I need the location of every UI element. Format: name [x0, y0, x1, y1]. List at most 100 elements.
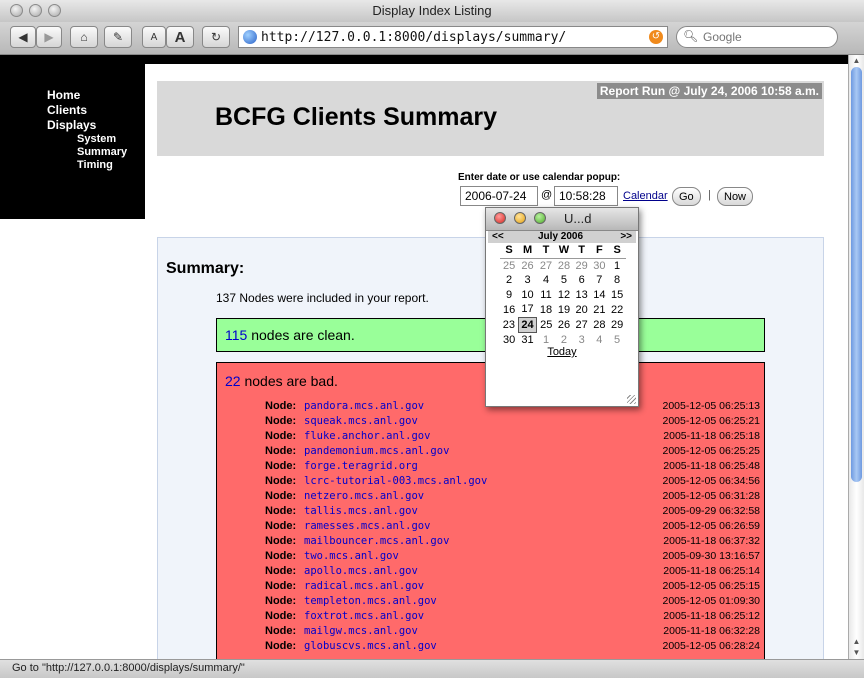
- calendar-day[interactable]: 6: [573, 273, 591, 288]
- calendar-day[interactable]: 15: [608, 288, 626, 303]
- node-host-link[interactable]: squeak.mcs.anl.gov: [304, 415, 418, 427]
- clean-count-link[interactable]: 115: [225, 327, 247, 343]
- calendar-zoom-button[interactable]: [534, 212, 546, 224]
- text-smaller-button[interactable]: A: [142, 26, 166, 48]
- calendar-link[interactable]: Calendar: [623, 190, 668, 202]
- calendar-day[interactable]: 16: [500, 302, 518, 317]
- calendar-day[interactable]: 27: [573, 317, 591, 333]
- calendar-close-button[interactable]: [494, 212, 506, 224]
- calendar-day[interactable]: 17: [518, 302, 537, 317]
- page-top-strip: [0, 55, 848, 64]
- text-bigger-button[interactable]: A: [166, 26, 194, 48]
- node-host-link[interactable]: apollo.mcs.anl.gov: [304, 565, 418, 577]
- url-input[interactable]: [261, 28, 641, 46]
- calendar-day[interactable]: 19: [555, 302, 573, 317]
- calendar-day[interactable]: 5: [555, 273, 573, 288]
- nav-system-link[interactable]: System: [77, 133, 116, 145]
- node-host-link[interactable]: tallis.mcs.anl.gov: [304, 505, 418, 517]
- scroll-up-lower-icon[interactable]: ▲: [851, 637, 862, 647]
- calendar-day[interactable]: 3: [518, 273, 537, 288]
- date-form-label: Enter date or use calendar popup:: [458, 172, 621, 183]
- address-bar[interactable]: ↺: [238, 26, 668, 48]
- calendar-day[interactable]: 12: [555, 288, 573, 303]
- search-input[interactable]: [703, 29, 829, 45]
- calendar-day[interactable]: 9: [500, 288, 518, 303]
- calendar-day[interactable]: 30: [590, 257, 609, 273]
- node-host-link[interactable]: pandemonium.mcs.anl.gov: [304, 445, 449, 457]
- calendar-day[interactable]: 28: [591, 317, 609, 333]
- back-button[interactable]: ◀: [10, 26, 36, 48]
- reload-icon: ↻: [210, 30, 222, 44]
- calendar-day-selected[interactable]: 24: [517, 316, 538, 333]
- calendar-day[interactable]: 27: [536, 257, 556, 273]
- calendar-day[interactable]: 26: [518, 257, 537, 273]
- bookmark-button[interactable]: ✎: [104, 26, 132, 48]
- node-host-link[interactable]: mailbouncer.mcs.anl.gov: [304, 535, 449, 547]
- nav-home-link[interactable]: Home: [47, 88, 80, 102]
- calendar-day[interactable]: 28: [555, 257, 573, 273]
- node-host-link[interactable]: netzero.mcs.anl.gov: [304, 490, 424, 502]
- calendar-titlebar[interactable]: U...d: [486, 208, 638, 231]
- reload-button[interactable]: ↻: [202, 26, 230, 48]
- calendar-day[interactable]: 7: [591, 273, 609, 288]
- calendar-day[interactable]: 10: [518, 288, 537, 303]
- calendar-day[interactable]: 21: [591, 302, 609, 317]
- calendar-day[interactable]: 18: [537, 302, 555, 317]
- calendar-day[interactable]: 22: [608, 302, 626, 317]
- pencil-icon: ✎: [112, 30, 124, 44]
- calendar-day[interactable]: 14: [591, 288, 609, 303]
- node-host-link[interactable]: foxtrot.mcs.anl.gov: [304, 610, 424, 622]
- node-host-link[interactable]: pandora.mcs.anl.gov: [304, 400, 424, 412]
- node-host-link[interactable]: templeton.mcs.anl.gov: [304, 595, 437, 607]
- vertical-scrollbar[interactable]: ▲ ▲ ▼: [848, 55, 864, 659]
- today-link[interactable]: Today: [486, 346, 638, 358]
- at-sign: @: [541, 189, 553, 201]
- now-button[interactable]: Now: [717, 187, 754, 206]
- bad-count-link[interactable]: 22: [225, 373, 241, 389]
- node-host-link[interactable]: mailgw.mcs.anl.gov: [304, 625, 418, 637]
- date-input[interactable]: [460, 186, 538, 206]
- resize-grip-icon[interactable]: [627, 395, 636, 404]
- calendar-day[interactable]: 13: [573, 288, 591, 303]
- calendar-day[interactable]: 1: [608, 257, 626, 273]
- calendar-day[interactable]: 25: [500, 257, 519, 273]
- scroll-up-icon[interactable]: ▲: [851, 56, 862, 66]
- node-host-link[interactable]: ramesses.mcs.anl.gov: [304, 520, 430, 532]
- node-host-link[interactable]: forge.teragrid.org: [304, 460, 418, 472]
- scroll-down-icon[interactable]: ▼: [851, 648, 862, 658]
- calendar-day[interactable]: 11: [537, 288, 555, 303]
- node-label: Node:: [265, 640, 297, 652]
- calendar-popup[interactable]: U...d << July 2006 >> S M T W T F S 25 26 27 28 29 3…: [485, 207, 639, 407]
- scrollbar-thumb[interactable]: [851, 67, 862, 482]
- calendar-day[interactable]: 4: [537, 273, 555, 288]
- time-input[interactable]: [554, 186, 618, 206]
- node-timestamp: 2005-11-18 06:25:12: [663, 610, 760, 622]
- prev-month-link[interactable]: <<: [492, 231, 504, 242]
- calendar-week-row: 25 26 27 28 29 30 1: [500, 257, 626, 273]
- search-field[interactable]: 🔍︎: [676, 26, 838, 48]
- calendar-day[interactable]: 8: [608, 273, 626, 288]
- snapback-icon[interactable]: ↺: [649, 30, 663, 44]
- nav-timing-link[interactable]: Timing: [77, 159, 113, 171]
- nav-displays-link[interactable]: Displays: [47, 118, 96, 132]
- node-host-link[interactable]: lcrc-tutorial-003.mcs.anl.gov: [304, 475, 487, 487]
- nav-clients-link[interactable]: Clients: [47, 103, 87, 117]
- calendar-day[interactable]: 23: [500, 317, 518, 333]
- calendar-day[interactable]: 29: [608, 317, 626, 333]
- calendar-day[interactable]: 25: [537, 317, 555, 333]
- node-host-link[interactable]: radical.mcs.anl.gov: [304, 580, 424, 592]
- calendar-minimize-button[interactable]: [514, 212, 526, 224]
- calendar-day[interactable]: 20: [573, 302, 591, 317]
- home-button[interactable]: ⌂: [70, 26, 98, 48]
- node-host-link[interactable]: two.mcs.anl.gov: [304, 550, 399, 562]
- node-row: Node: two.mcs.anl.gov 2005-09-30 13:16:57: [265, 550, 760, 565]
- next-month-link[interactable]: >>: [620, 231, 632, 242]
- calendar-day[interactable]: 29: [572, 257, 591, 273]
- calendar-day[interactable]: 26: [555, 317, 573, 333]
- go-button[interactable]: Go: [672, 187, 701, 206]
- calendar-day[interactable]: 2: [500, 273, 518, 288]
- nav-summary-link[interactable]: Summary: [77, 146, 127, 158]
- node-host-link[interactable]: globuscvs.mcs.anl.gov: [304, 640, 437, 652]
- forward-button[interactable]: ▶: [36, 26, 62, 48]
- node-host-link[interactable]: fluke.anchor.anl.gov: [304, 430, 430, 442]
